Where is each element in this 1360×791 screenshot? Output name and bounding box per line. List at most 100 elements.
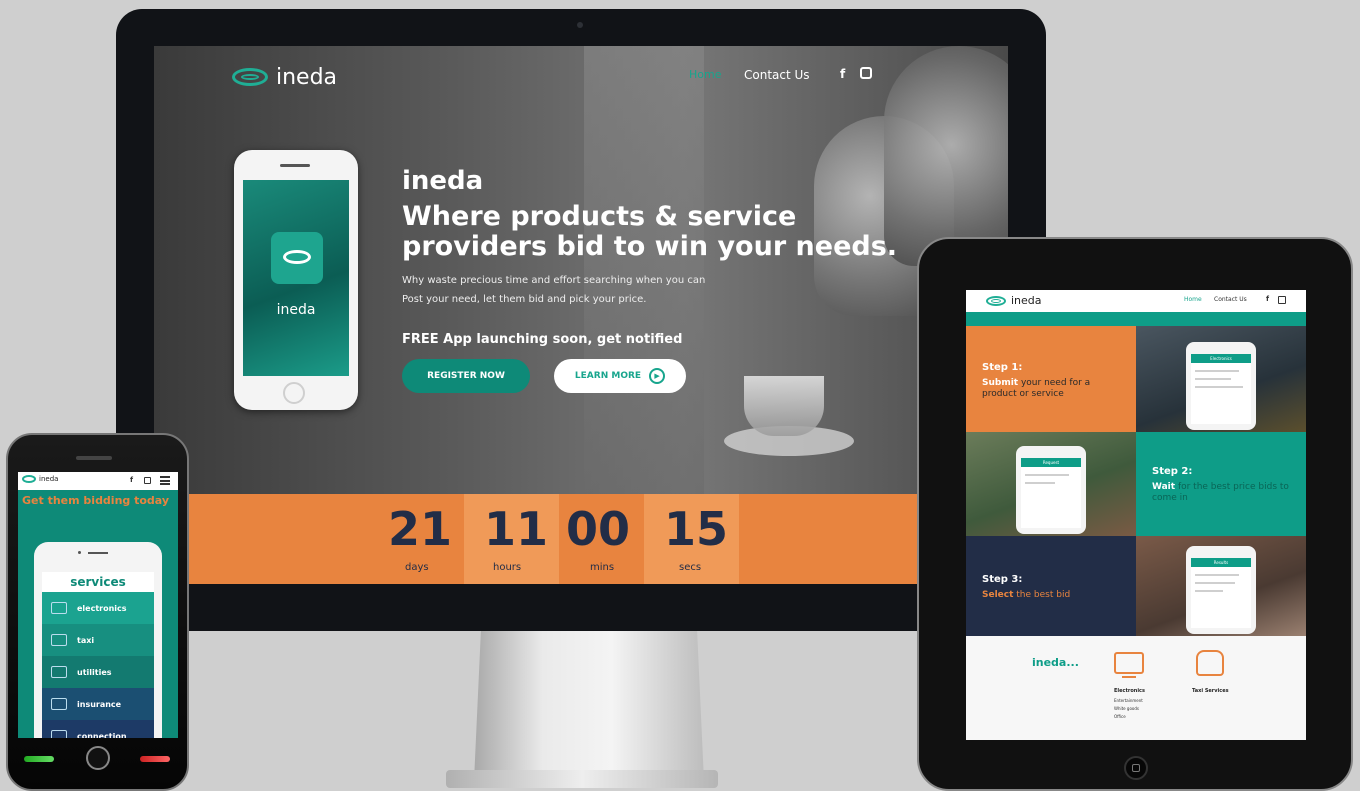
tablet-nav-contact-link[interactable]: Contact Us [1214,296,1247,303]
register-now-button[interactable]: REGISTER NOW [402,359,530,393]
screen-line [1025,474,1069,476]
service-label: taxi [77,635,95,645]
hero-cta-text: FREE App launching soon, get notified [402,332,683,347]
car-icon [51,634,67,646]
device-speaker [88,552,108,554]
desktop-screen: ineda Home Contact Us f ineda ineda Wher… [154,46,1008,584]
subcategory-office[interactable]: Office [1114,714,1126,719]
step-2-phone-screen: Request [1021,458,1081,528]
phone-logo-text: ineda [39,475,59,483]
phone-speaker [280,164,310,167]
screen-line [1195,386,1243,388]
countdown-days-value: 21 [388,502,453,556]
phone-headline: Get them bidding today [22,494,170,507]
monitor-base [446,770,718,788]
category-electronics[interactable]: Electronics [1114,688,1145,694]
step-3-rest: the best bid [1013,590,1071,600]
screen-line [1195,582,1235,584]
step-1-action: Submit [982,378,1019,388]
phone-logo[interactable]: ineda [22,475,58,483]
hamburger-menu-icon[interactable] [160,476,170,485]
logo-icon [232,68,268,86]
countdown-mins-label: mins [590,562,615,573]
register-now-label: REGISTER NOW [427,371,505,381]
desktop-nav: ineda Home Contact Us f [154,46,1008,106]
step-3-panel: Step 3: Select the best bid [966,536,1136,636]
facebook-icon[interactable]: f [1266,295,1269,303]
step-2-panel: Step 2: Wait for the best price bids to … [1136,432,1306,536]
countdown-hours-label: hours [493,562,522,573]
hero-brand: ineda [402,166,484,196]
nav-home-link[interactable]: Home [689,68,721,81]
bulb-icon [51,666,67,678]
step-1-phone-screen: Electronics [1191,354,1251,424]
service-label: connection [77,731,127,739]
subcategory-entertainment[interactable]: Entertainment [1114,698,1143,703]
service-electronics[interactable]: electronics [42,592,154,624]
nav-contact-link[interactable]: Contact Us [744,68,810,82]
phone-screen: ineda f Get them bidding today services … [18,472,178,738]
logo-text: ineda [276,64,338,90]
step-2-title: Step 2: [1152,466,1193,477]
hero-subtext-2: Post your need, let them bid and pick yo… [402,294,647,305]
countdown-hours-value: 11 [484,502,549,556]
step-3-phone-screen: Results [1191,558,1251,628]
screen-line [1025,482,1055,484]
step-3-phone-mockup: Results [1186,546,1256,634]
logo-icon [22,475,36,483]
tablet-categories: ineda... Electronics Taxi Services Enter… [966,636,1306,740]
category-taxi-services[interactable]: Taxi Services [1192,688,1229,694]
step-1-photo: Electronics [1136,326,1306,432]
service-label: insurance [77,699,122,709]
hero-headline: Where products & service providers bid t… [402,202,902,262]
logo[interactable]: ineda [232,64,362,90]
learn-more-label: LEARN MORE [574,371,642,381]
services-title: services [42,572,154,592]
hero-subtext-1: Why waste precious time and effort searc… [402,275,706,286]
monitor-stand [474,631,704,781]
instagram-icon[interactable] [144,477,151,484]
instagram-icon[interactable] [860,67,872,79]
tablet-logo[interactable]: ineda [986,294,1042,307]
step-2-action: Wait [1152,482,1176,492]
learn-more-button[interactable]: LEARN MORE ▶ [554,359,686,393]
service-label: utilities [77,667,112,677]
instagram-icon[interactable] [1278,296,1286,304]
step-2-phone-mockup: Request [1016,446,1086,534]
wifi-icon [51,730,67,738]
screen-line [1195,590,1223,592]
categories-brand: ineda... [1032,656,1079,669]
hero-headline-line-2: providers bid to win your needs. [402,231,898,262]
countdown-bar: 21 days 11 hours 00 mins 15 secs [154,494,1008,584]
countdown-mins-value: 00 [566,502,631,556]
service-insurance[interactable]: insurance [42,688,154,720]
tablet-nav-home-link[interactable]: Home [1184,296,1202,303]
service-label: electronics [77,603,127,613]
phone-speaker [76,456,112,460]
facebook-icon[interactable]: f [130,476,133,484]
countdown-secs-label: secs [679,562,702,573]
background-photo-cup [744,376,824,436]
step-1-title: Step 1: [982,362,1023,373]
phone-end-button [140,756,170,762]
phone-nav: ineda f [18,472,178,490]
step-2-photo: Request [966,432,1136,536]
subcategory-white-goods[interactable]: White goods [1114,706,1139,711]
step-3-text: Select the best bid [982,590,1122,601]
tablet-teal-bar [966,312,1306,326]
service-taxi[interactable]: taxi [42,624,154,656]
taxi-icon [1196,650,1224,676]
hero-phone-screen: ineda [243,180,349,376]
service-utilities[interactable]: utilities [42,656,154,688]
facebook-icon[interactable]: f [840,67,845,81]
screen-line [1195,378,1231,380]
step-3-photo: Results [1136,536,1306,636]
step-1-text: Submit your need for a product or servic… [982,378,1122,400]
step-2-text: Wait for the best price bids to come in [1152,482,1292,504]
countdown-secs-value: 15 [664,502,729,556]
countdown-days-label: days [405,562,429,573]
service-connection[interactable]: connection [42,720,154,738]
phone-home-button [86,746,110,770]
monitor-icon [51,602,67,614]
play-icon: ▶ [649,368,666,384]
